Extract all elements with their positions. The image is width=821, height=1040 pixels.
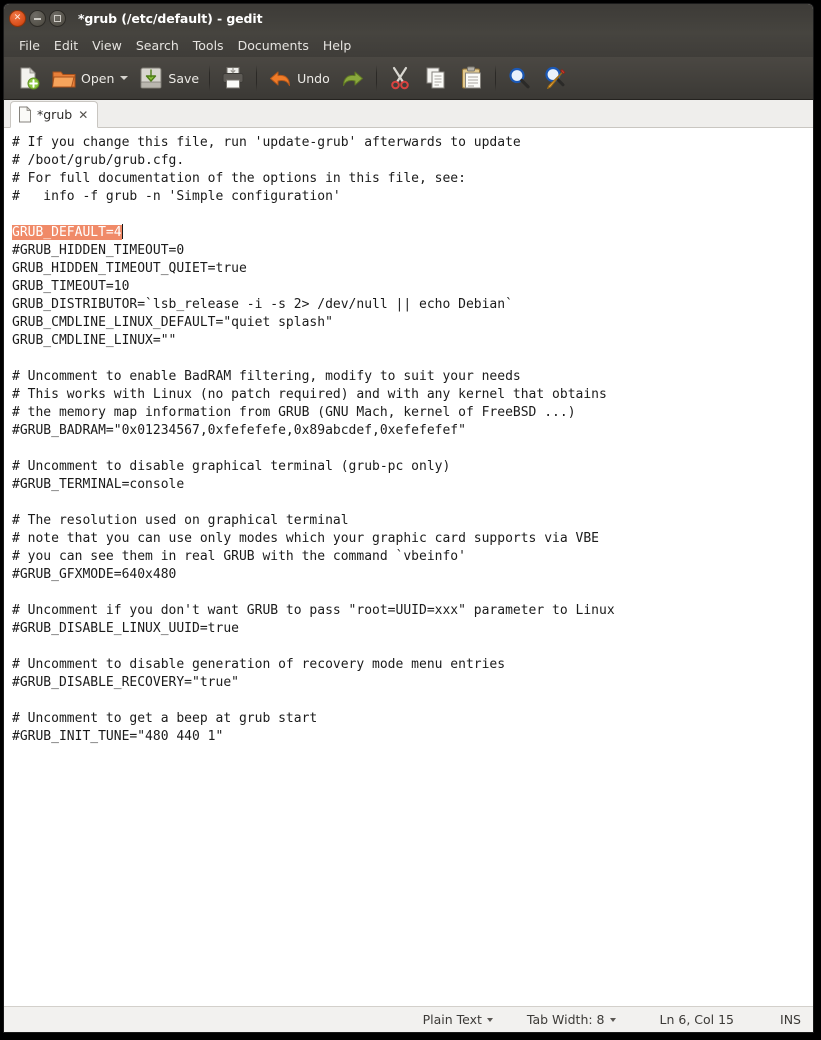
code-line: # Uncomment if you don't want GRUB to pa… xyxy=(12,603,615,618)
search-replace-icon xyxy=(542,65,568,91)
document-icon xyxy=(18,106,32,123)
save-button[interactable]: Save xyxy=(133,61,204,95)
code-line: GRUB_DEFAULT=4 xyxy=(12,224,813,242)
menu-file[interactable]: File xyxy=(12,36,47,55)
language-selector[interactable]: Plain Text xyxy=(419,1010,497,1029)
code-line: # For full documentation of the options … xyxy=(12,171,466,186)
new-document-button[interactable] xyxy=(10,61,46,95)
toolbar-separator-4 xyxy=(494,65,496,91)
open-label: Open xyxy=(81,70,115,86)
code-line: # you can see them in real GRUB with the… xyxy=(12,549,466,564)
code-line: GRUB_TIMEOUT=10 xyxy=(12,279,130,294)
code-line: #GRUB_DISABLE_RECOVERY="true" xyxy=(12,675,239,690)
print-button[interactable] xyxy=(215,61,251,95)
menu-documents[interactable]: Documents xyxy=(231,36,316,55)
undo-arrow-icon xyxy=(267,65,293,91)
code-line: # Uncomment to disable graphical termina… xyxy=(12,459,451,474)
toolbar: Open Save Undo xyxy=(4,57,813,100)
code-line: #GRUB_TERMINAL=console xyxy=(12,477,185,492)
cut-button[interactable] xyxy=(382,61,418,95)
code-line: # note that you can use only modes which… xyxy=(12,531,599,546)
menu-tools[interactable]: Tools xyxy=(186,36,231,55)
menu-edit[interactable]: Edit xyxy=(47,36,85,55)
status-bar: Plain Text Tab Width: 8 Ln 6, Col 15 INS xyxy=(4,1006,813,1032)
code-line: GRUB_HIDDEN_TIMEOUT_QUIET=true xyxy=(12,261,247,276)
redo-button[interactable] xyxy=(335,61,371,95)
printer-icon xyxy=(220,65,246,91)
find-replace-button[interactable] xyxy=(537,61,573,95)
tab-label: *grub xyxy=(37,107,73,122)
toolbar-separator-3 xyxy=(375,65,377,91)
code-line: #GRUB_HIDDEN_TIMEOUT=0 xyxy=(12,243,185,258)
text-editor-area[interactable]: # If you change this file, run 'update-g… xyxy=(4,128,813,1006)
code-line: # /boot/grub/grub.cfg. xyxy=(12,153,185,168)
undo-label: Undo xyxy=(297,70,330,86)
code-line: # The resolution used on graphical termi… xyxy=(12,513,349,528)
code-line: GRUB_CMDLINE_LINUX_DEFAULT="quiet splash… xyxy=(12,315,333,330)
scissors-icon xyxy=(387,65,413,91)
code-line: #GRUB_BADRAM="0x01234567,0xfefefefe,0x89… xyxy=(12,423,466,438)
new-document-icon xyxy=(15,65,41,91)
code-line: GRUB_DISTRIBUTOR=`lsb_release -i -s 2> /… xyxy=(12,297,513,312)
tab-width-selector[interactable]: Tab Width: 8 xyxy=(523,1010,620,1029)
maximize-icon[interactable] xyxy=(49,10,66,27)
toolbar-separator-1 xyxy=(209,65,211,91)
code-line: # info -f grub -n 'Simple configuration' xyxy=(12,189,341,204)
chevron-down-icon xyxy=(486,1017,493,1022)
cursor-position: Ln 6, Col 15 xyxy=(659,1012,735,1027)
code-line: # Uncomment to disable generation of rec… xyxy=(12,657,506,672)
code-line: #GRUB_INIT_TUNE="480 440 1" xyxy=(12,729,224,744)
editor-content[interactable]: # If you change this file, run 'update-g… xyxy=(12,134,813,746)
code-line: # This works with Linux (no patch requir… xyxy=(12,387,607,402)
paste-button[interactable] xyxy=(454,61,490,95)
chevron-down-icon xyxy=(609,1017,616,1022)
code-line: # Uncomment to get a beep at grub start xyxy=(12,711,318,726)
minimize-icon[interactable] xyxy=(29,10,46,27)
menu-search[interactable]: Search xyxy=(129,36,186,55)
tab-grub[interactable]: *grub ✕ xyxy=(10,101,99,128)
code-line: GRUB_CMDLINE_LINUX="" xyxy=(12,333,177,348)
code-line: # If you change this file, run 'update-g… xyxy=(12,135,521,150)
text-cursor xyxy=(121,224,123,239)
find-button[interactable] xyxy=(501,61,537,95)
open-folder-icon xyxy=(51,65,77,91)
save-icon xyxy=(138,65,164,91)
copy-button[interactable] xyxy=(418,61,454,95)
save-label: Save xyxy=(168,70,200,86)
menu-view[interactable]: View xyxy=(85,36,129,55)
code-line: # the memory map information from GRUB (… xyxy=(12,405,576,420)
tab-width-label: Tab Width: 8 xyxy=(526,1012,605,1027)
title-bar: ✕ *grub (/etc/default) - gedit xyxy=(4,4,813,33)
language-label: Plain Text xyxy=(422,1012,482,1027)
code-line: #GRUB_GFXMODE=640x480 xyxy=(12,567,177,582)
copy-icon xyxy=(423,65,449,91)
paste-icon xyxy=(459,65,485,91)
open-button[interactable]: Open xyxy=(46,61,133,95)
undo-button[interactable]: Undo xyxy=(262,61,335,95)
tab-close-icon[interactable]: ✕ xyxy=(77,109,89,121)
chevron-down-icon[interactable] xyxy=(120,76,129,80)
gedit-window: ✕ *grub (/etc/default) - gedit File Edit… xyxy=(4,4,813,1032)
code-line: # Uncomment to enable BadRAM filtering, … xyxy=(12,369,521,384)
insert-mode-indicator: INS xyxy=(780,1012,801,1027)
tab-bar: *grub ✕ xyxy=(4,100,813,128)
selected-text: GRUB_DEFAULT=4 xyxy=(12,225,122,240)
redo-arrow-icon xyxy=(340,65,366,91)
toolbar-separator-2 xyxy=(256,65,258,91)
window-title: *grub (/etc/default) - gedit xyxy=(78,11,263,26)
menu-bar: File Edit View Search Tools Documents He… xyxy=(4,33,813,57)
close-icon[interactable]: ✕ xyxy=(9,10,26,27)
search-icon xyxy=(506,65,532,91)
code-line: #GRUB_DISABLE_LINUX_UUID=true xyxy=(12,621,239,636)
menu-help[interactable]: Help xyxy=(316,36,359,55)
